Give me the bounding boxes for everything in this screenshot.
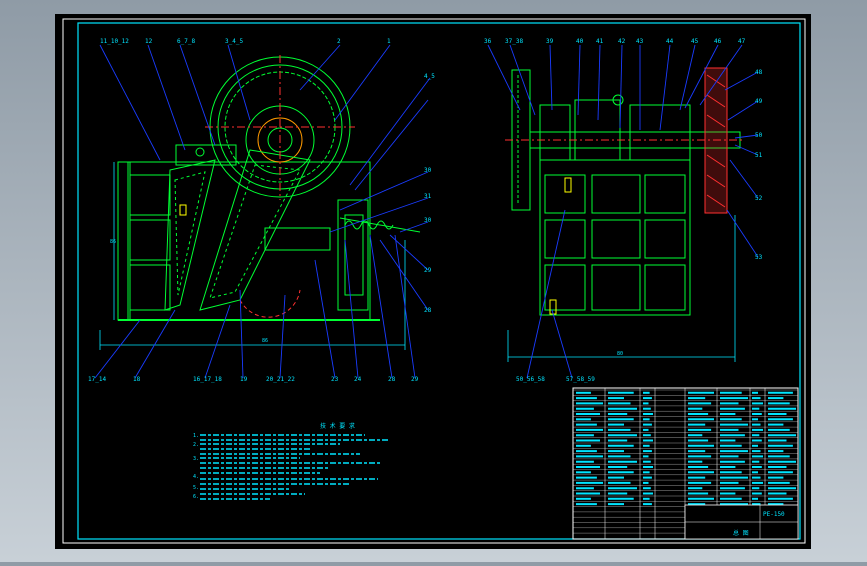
callout-left-top-0: 11_10_12 [100, 38, 129, 45]
note-item-1: 1. [193, 433, 199, 439]
cad-viewport: 86 86 11_10_12 12 6_7_8 3_4_5 2 1 4_5 30 [0, 0, 867, 562]
drawing-number: PE-150 [763, 511, 785, 518]
callout-right-top-2: 39 [546, 38, 554, 45]
note-item-3: 3. [193, 456, 199, 462]
note-item-4: 4. [193, 474, 199, 480]
cad-drawing: 86 86 11_10_12 12 6_7_8 3_4_5 2 1 4_5 30 [55, 14, 811, 549]
callout-right-top-6: 43 [636, 38, 644, 45]
callout-right-top-1: 37_38 [505, 38, 523, 45]
callout-left-bottom-1: 18 [133, 376, 141, 383]
callout-left-bottom-6: 24 [354, 376, 362, 383]
callout-left-bottom-0: 17_14 [88, 376, 106, 383]
callout-left-bottom-2: 16_17_18 [193, 376, 222, 383]
callout-left-bottom-7: 28 [388, 376, 396, 383]
callout-left-right-1: 30 [424, 167, 432, 174]
callout-right-side-2: 50 [755, 132, 763, 139]
dim-width-text: 86 [262, 338, 268, 344]
note-item-5: 5. [193, 485, 199, 491]
callout-right-side-5: 53 [755, 254, 763, 261]
notes-title: 技 术 要 求 [320, 422, 355, 430]
callout-left-bottom-5: 23 [331, 376, 339, 383]
callout-right-side-3: 51 [755, 152, 763, 159]
callout-right-bottom-0: 50_56_58 [516, 376, 545, 383]
callout-right-side-4: 52 [755, 195, 763, 202]
callout-right-top-8: 45 [691, 38, 699, 45]
drawing-sheet [55, 14, 811, 549]
callout-left-right-0: 4_5 [424, 73, 435, 80]
callout-left-right-4: 29 [424, 267, 432, 274]
note-item-2: 2. [193, 442, 199, 448]
callout-left-top-4: 2 [337, 38, 341, 45]
callout-right-top-5: 42 [618, 38, 626, 45]
callout-left-top-5: 1 [387, 38, 391, 45]
callout-right-bottom-1: 57_58_59 [566, 376, 595, 383]
note-item-6: 6. [193, 494, 199, 500]
callout-left-right-2: 31 [424, 193, 432, 200]
callout-right-top-9: 46 [714, 38, 722, 45]
callout-right-side-1: 49 [755, 98, 763, 105]
callout-right-top-3: 40 [576, 38, 584, 45]
dim-height-text: 86 [110, 239, 116, 245]
callout-left-bottom-3: 19 [240, 376, 248, 383]
callout-left-bottom-4: 20_21_22 [266, 376, 295, 383]
dim-right-width-text: 80 [617, 351, 623, 357]
callout-left-right-5: 28 [424, 307, 432, 314]
callout-right-side-0: 48 [755, 69, 763, 76]
callout-left-bottom-8: 29 [411, 376, 419, 383]
callout-right-top-10: 47 [738, 38, 746, 45]
callout-left-top-3: 3_4_5 [225, 38, 243, 45]
callout-right-top-0: 36 [484, 38, 492, 45]
callout-right-top-7: 44 [666, 38, 674, 45]
callout-left-top-2: 6_7_8 [177, 38, 195, 45]
callout-right-top-4: 41 [596, 38, 604, 45]
callout-left-right-3: 30 [424, 217, 432, 224]
drawing-label: 总 图 [733, 529, 749, 537]
callout-left-top-1: 12 [145, 38, 153, 45]
